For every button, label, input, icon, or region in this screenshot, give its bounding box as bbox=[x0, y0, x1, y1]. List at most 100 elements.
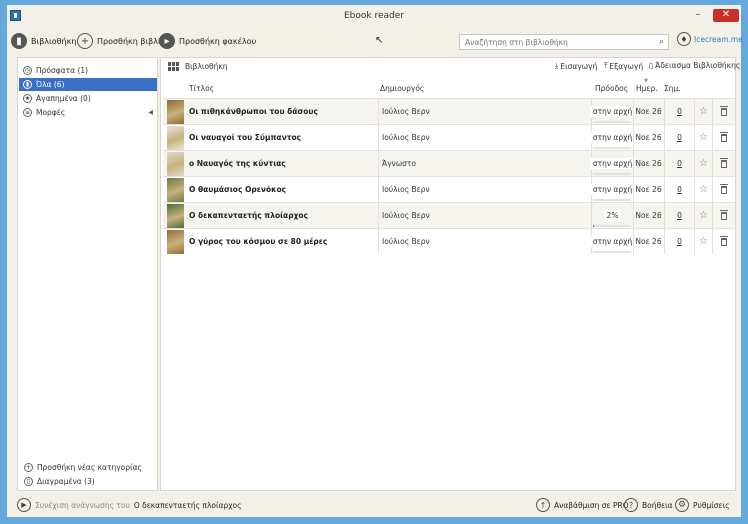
table-row[interactable]: Ο θαυμάσιος Ορενόκος Ιούλιος Βερν στην αρχ… bbox=[163, 176, 735, 202]
export-label: Εξαγωγή bbox=[609, 61, 644, 71]
book-notes[interactable]: 0 bbox=[664, 125, 694, 150]
deleted-button[interactable]: ▯ Διαγραμένα (3) bbox=[24, 477, 95, 486]
trash-icon bbox=[719, 209, 728, 220]
book-cover[interactable] bbox=[167, 204, 184, 228]
sidebar-item-label: Αγαπημένα (0) bbox=[36, 94, 91, 103]
delete-button[interactable] bbox=[712, 229, 734, 254]
minimize-button[interactable]: – bbox=[689, 9, 707, 22]
book-notes[interactable]: 0 bbox=[664, 99, 694, 124]
book-notes[interactable]: 0 bbox=[664, 203, 694, 228]
book-cover[interactable] bbox=[167, 152, 184, 176]
export-button[interactable]: ⤒ Εξαγωγή bbox=[604, 61, 643, 71]
favorite-star-icon[interactable]: ☆ bbox=[694, 151, 712, 176]
favorite-star-icon[interactable]: ☆ bbox=[694, 203, 712, 228]
book-notes[interactable]: 0 bbox=[664, 229, 694, 254]
book-date: Νοε 26 bbox=[633, 99, 663, 124]
deleted-label: Διαγραμένα (3) bbox=[37, 477, 95, 486]
search-input[interactable] bbox=[460, 35, 650, 49]
search-box[interactable]: ⌕ bbox=[459, 34, 669, 50]
toolbar: ▮ Βιβλιοθήκη + Προσθήκη βιβλίου ▸ Προσθή… bbox=[7, 29, 743, 55]
delete-button[interactable] bbox=[712, 99, 734, 124]
delete-button[interactable] bbox=[712, 125, 734, 150]
library-panel: Βιβλιοθήκη ⤓ Εισαγωγή ⤒ Εξαγωγή ▯ Άδειασ… bbox=[160, 57, 740, 491]
sidebar-item-label: Όλα (6) bbox=[36, 80, 65, 89]
download-icon: ⤓ bbox=[555, 61, 559, 70]
column-title[interactable]: Τίτλος bbox=[189, 84, 214, 93]
book-date: Νοε 26 bbox=[633, 125, 663, 150]
column-progress[interactable]: Πρόοδος bbox=[595, 84, 628, 93]
book-cover[interactable] bbox=[167, 100, 184, 124]
progress-bar bbox=[593, 199, 631, 201]
add-folder-button[interactable]: ▸ Προσθήκη φακέλου bbox=[159, 32, 256, 50]
clear-library-label: Άδειασμα Βιβλιοθήκης bbox=[655, 61, 741, 70]
settings-label: Ρυθμίσεις bbox=[693, 500, 730, 510]
settings-button[interactable]: ⚙ Ρυθμίσεις bbox=[675, 498, 730, 512]
book-date: Νοε 26 bbox=[633, 177, 663, 202]
brand-link[interactable]: ♦ Icecream.me bbox=[677, 32, 743, 46]
book-notes[interactable]: 0 bbox=[664, 177, 694, 202]
column-author[interactable]: Δημιουργός bbox=[380, 84, 424, 93]
book-title[interactable]: Ο δεκαπενταετής πλοίαρχος bbox=[189, 203, 377, 228]
book-title[interactable]: ο Ναυαγός της κύντιας bbox=[189, 151, 377, 176]
library-button[interactable]: ▮ Βιβλιοθήκη bbox=[11, 32, 76, 50]
table-row[interactable]: Ο γύρος του κόσμου σε 80 μέρες Ιούλιος Βε… bbox=[163, 228, 735, 254]
sidebar-item-recent[interactable]: ◷ Πρόσφατα (1) bbox=[19, 64, 157, 77]
sidebar-item-all[interactable]: ▮ Όλα (6) bbox=[19, 78, 157, 91]
plus-icon: + bbox=[77, 33, 93, 49]
delete-button[interactable] bbox=[712, 151, 734, 176]
mouse-cursor-icon: ↖ bbox=[375, 35, 384, 46]
favorite-star-icon[interactable]: ☆ bbox=[694, 99, 712, 124]
add-book-button[interactable]: + Προσθήκη βιβλίου bbox=[77, 32, 170, 50]
continue-reading[interactable]: ▶ Συνέχιση ανάγνωσης του Ο δεκαπενταετής… bbox=[17, 498, 242, 512]
book-cover[interactable] bbox=[167, 178, 184, 202]
book-cover[interactable] bbox=[167, 230, 184, 254]
progress-bar bbox=[593, 121, 631, 123]
trash-icon: ▯ bbox=[24, 477, 33, 486]
table-row[interactable]: Οι ναυαγοί του Σύμπαντος Ιούλιος Βερν στην… bbox=[163, 124, 735, 150]
book-notes[interactable]: 0 bbox=[664, 151, 694, 176]
progress-fill bbox=[593, 225, 594, 227]
favorite-star-icon[interactable]: ☆ bbox=[694, 125, 712, 150]
book-author: Άγνωστο bbox=[378, 151, 590, 176]
trash-icon bbox=[719, 157, 728, 168]
progress-label: στην αρχή bbox=[589, 132, 636, 143]
trash-icon bbox=[719, 131, 728, 142]
clear-library-button[interactable]: ▯ Άδειασμα Βιβλιοθήκης bbox=[649, 61, 740, 70]
book-cover[interactable] bbox=[167, 126, 184, 150]
help-button[interactable]: ? Βοήθεια bbox=[624, 498, 673, 512]
column-date[interactable]: Ημερ. bbox=[636, 84, 658, 93]
table-row[interactable]: Οι πιθηκάνθρωποι του δάσους Ιούλιος Βερν σ… bbox=[163, 98, 735, 124]
table-row[interactable]: Ο δεκαπενταετής πλοίαρχος Ιούλιος Βερν 2% Ν… bbox=[163, 202, 735, 228]
add-category-button[interactable]: + Προσθήκη νέας κατηγορίας bbox=[24, 463, 142, 472]
sidebar-item-favorites[interactable]: ★ Αγαπημένα (0) bbox=[19, 92, 157, 105]
favorite-star-icon[interactable]: ☆ bbox=[694, 229, 712, 254]
upgrade-pro-button[interactable]: ↑ Αναβάθμιση σε PRO bbox=[536, 498, 629, 512]
table-row[interactable]: ο Ναυαγός της κύντιας Άγνωστο στην αρχή Νοε… bbox=[163, 150, 735, 176]
book-title[interactable]: Ο θαυμάσιος Ορενόκος bbox=[189, 177, 377, 202]
import-button[interactable]: ⤓ Εισαγωγή bbox=[555, 61, 597, 71]
book-author: Ιούλιος Βερν bbox=[378, 229, 590, 254]
help-icon: ? bbox=[624, 498, 638, 512]
search-icon[interactable]: ⌕ bbox=[659, 37, 664, 47]
upgrade-label: Αναβάθμιση σε PRO bbox=[554, 500, 629, 510]
gear-icon: ⚙ bbox=[675, 498, 689, 512]
window-title: Ebook reader bbox=[344, 11, 404, 21]
progress-bar bbox=[593, 225, 631, 227]
upload-icon: ⤒ bbox=[604, 61, 608, 70]
progress-label: 2% bbox=[603, 210, 622, 221]
favorite-star-icon[interactable]: ☆ bbox=[694, 177, 712, 202]
column-notes[interactable]: Σημ. bbox=[664, 84, 681, 93]
continue-label: Συνέχιση ανάγνωσης του bbox=[35, 500, 130, 510]
trash-icon bbox=[719, 235, 728, 246]
grid-view-icon[interactable] bbox=[168, 62, 179, 71]
book-title[interactable]: Οι πιθηκάνθρωποι του δάσους bbox=[189, 99, 377, 124]
arrow-up-icon: ↑ bbox=[536, 498, 550, 512]
sidebar-item-formats[interactable]: ≡ Μορφές ◀ bbox=[19, 106, 157, 119]
book-title[interactable]: Ο γύρος του κόσμου σε 80 μέρες bbox=[189, 229, 377, 254]
close-button[interactable]: ✕ bbox=[713, 9, 739, 22]
delete-button[interactable] bbox=[712, 177, 734, 202]
book-title[interactable]: Οι ναυαγοί του Σύμπαντος bbox=[189, 125, 377, 150]
sidebar-item-label: Πρόσφατα (1) bbox=[36, 66, 89, 75]
delete-button[interactable] bbox=[712, 203, 734, 228]
progress-bar bbox=[593, 147, 631, 149]
